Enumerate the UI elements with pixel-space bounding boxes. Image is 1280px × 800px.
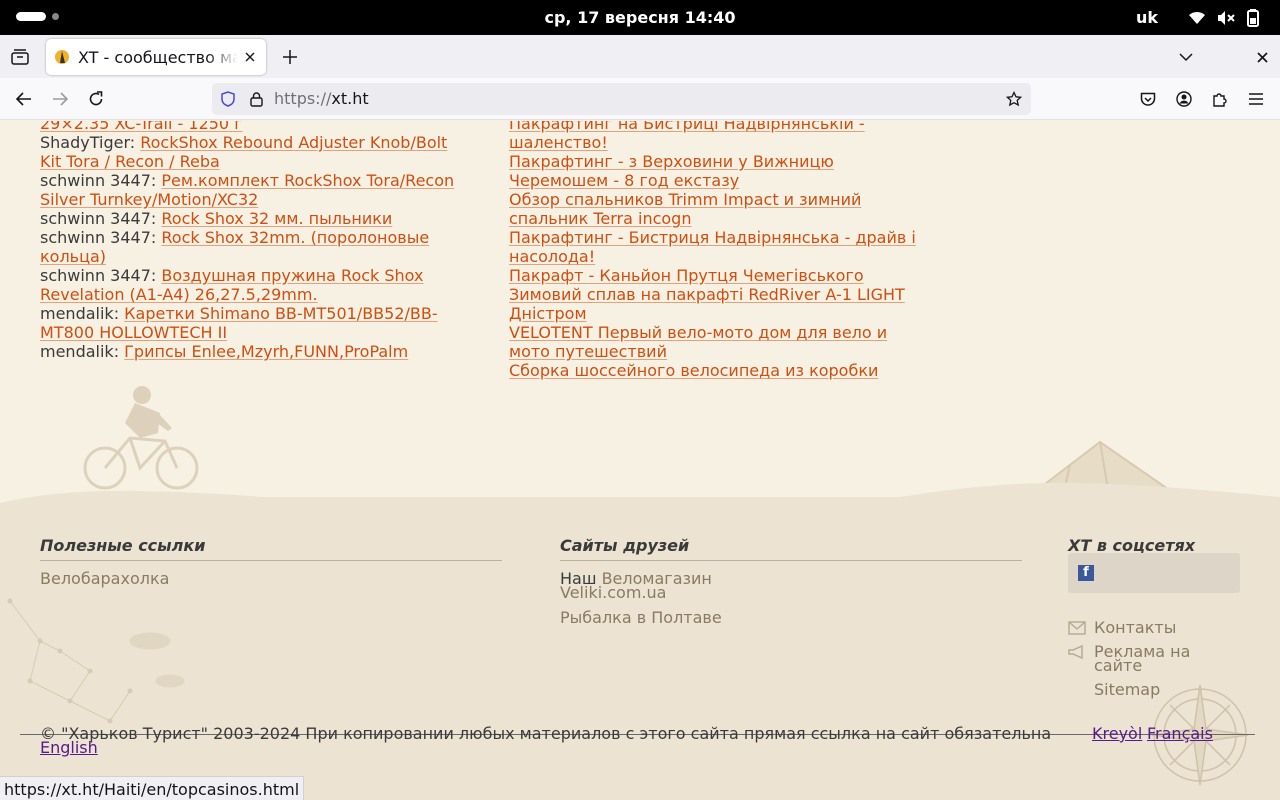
post-author: schwinn 3447: xyxy=(40,209,157,228)
constellation-map-decoration xyxy=(7,598,185,724)
articles-list: Пакрафтинг на Бистриці Надвірнянській - … xyxy=(509,121,929,380)
tab-bar: XT - сообщество мандрівників xyxy=(0,35,1280,78)
list-item: schwinn 3447: Rock Shox 32 мм. пыльники xyxy=(40,209,470,228)
reload-icon[interactable] xyxy=(84,87,108,111)
list-item: schwinn 3447: Рем.комплект RockShox Tora… xyxy=(40,171,470,209)
friends-sites-heading: Сайты друзей xyxy=(560,536,690,555)
system-top-bar: ср, 17 вересня 14:40 uk xyxy=(0,0,1280,35)
lang-english-link[interactable]: English xyxy=(40,738,98,757)
divider xyxy=(560,560,1022,561)
flea-market-link[interactable]: Велобарахолка xyxy=(40,571,169,587)
social-box: f xyxy=(1068,553,1240,593)
pocket-icon[interactable] xyxy=(1136,87,1160,111)
contacts-link[interactable]: Контакты xyxy=(1094,620,1176,636)
list-item: Сборка шоссейного велосипеда из коробки xyxy=(509,361,929,380)
clock-container: ср, 17 вересня 14:40 xyxy=(0,8,1280,27)
back-arrow-icon[interactable] xyxy=(12,87,36,111)
post-author: mendalik: xyxy=(40,304,120,323)
list-item: schwinn 3447: Rock Shox 32mm. (поролонов… xyxy=(40,228,470,266)
account-icon[interactable] xyxy=(1172,87,1196,111)
article-link[interactable]: Пакрафтинг - з Верховини у Вижницю xyxy=(509,152,834,171)
article-link[interactable]: Пакрафтинг на Бистриці Надвірнянській - … xyxy=(509,121,865,152)
post-link[interactable]: Rock Shox 32 мм. пыльники xyxy=(161,209,392,228)
url-text[interactable]: https://xt.ht xyxy=(274,89,369,108)
envelope-icon xyxy=(1068,621,1086,635)
list-item: Зимовий сплав на пакрафті RedRiver A-1 L… xyxy=(509,285,929,323)
post-link[interactable]: Грипсы Enlee,Mzyrh,FUNN,ProPalm xyxy=(124,342,408,361)
article-link[interactable]: Обзор спальников Trimm Impact и зимний с… xyxy=(509,190,861,228)
lang-kreyol-link[interactable]: Kreyòl xyxy=(1092,724,1142,743)
navigation-toolbar: https://xt.ht xyxy=(0,78,1280,120)
list-item: Пакрафтинг - Бистриця Надвірнянська - др… xyxy=(509,228,929,266)
tab-active[interactable]: XT - сообщество мандрівників xyxy=(46,39,266,75)
clock[interactable]: ср, 17 вересня 14:40 xyxy=(544,8,735,27)
close-window-icon[interactable] xyxy=(1250,45,1274,69)
useful-links-heading: Полезные ссылки xyxy=(40,536,206,555)
post-link[interactable]: 29×2.35 XC-Trail - 1250 г xyxy=(40,121,243,133)
fishing-poltava-link[interactable]: Рыбалка в Полтаве xyxy=(560,610,722,626)
url-host: xt.ht xyxy=(331,89,369,108)
forward-arrow-icon[interactable] xyxy=(48,87,72,111)
list-item: ShadyTiger: RockShox Rebound Adjuster Kn… xyxy=(40,133,470,171)
list-item: schwinn 3447: Воздушная пружина Rock Sho… xyxy=(40,266,470,304)
url-protocol: https:// xyxy=(274,89,332,108)
list-item: mendalik: Каретки Shimano BB-MT501/BB52/… xyxy=(40,304,470,342)
post-author: ShadyTiger: xyxy=(40,133,136,152)
article-link[interactable]: Сборка шоссейного велосипеда из коробки xyxy=(509,361,878,380)
sitemap-link[interactable]: Sitemap xyxy=(1094,682,1160,698)
tracking-protection-shield-icon[interactable] xyxy=(220,91,236,107)
list-item: Черемошем - 8 год екстазу xyxy=(509,171,929,190)
battery-icon[interactable] xyxy=(1244,9,1262,27)
list-item: VELOTENT Первый вело-мото дом для вело и… xyxy=(509,323,929,361)
volume-muted-icon[interactable] xyxy=(1217,9,1235,27)
megaphone-icon xyxy=(1068,645,1083,659)
article-link[interactable]: VELOTENT Первый вело-мото дом для вело и… xyxy=(509,323,887,361)
bookmark-star-icon[interactable] xyxy=(1006,91,1022,107)
forum-posts-list: 29×2.35 XC-Trail - 1250 г ShadyTiger: Ro… xyxy=(40,121,470,361)
workspace-dot xyxy=(52,13,59,20)
friends-link-item: Наш Веломагазин Veliki.com.ua xyxy=(560,571,760,601)
url-bar[interactable]: https://xt.ht xyxy=(212,83,1031,115)
list-item: 29×2.35 XC-Trail - 1250 г xyxy=(40,121,470,133)
list-item: Обзор спальников Trimm Impact и зимний с… xyxy=(509,190,929,228)
list-item: Пакрафт - Каньйон Прутця Чемегівського xyxy=(509,266,929,285)
post-author: schwinn 3447: xyxy=(40,228,157,247)
list-item: Пакрафтинг - з Верховини у Вижницю xyxy=(509,152,929,171)
menu-hamburger-icon[interactable] xyxy=(1244,87,1268,111)
extensions-puzzle-icon[interactable] xyxy=(1208,87,1232,111)
advertising-link[interactable]: Реклама на сайте xyxy=(1094,644,1224,674)
post-author: schwinn 3447: xyxy=(40,266,157,285)
list-item: Пакрафтинг на Бистриці Надвірнянській - … xyxy=(509,121,929,152)
article-link[interactable]: Пакрафтинг - Бистриця Надвірнянська - др… xyxy=(509,228,916,266)
tab-groups-icon[interactable] xyxy=(8,45,32,69)
article-link[interactable]: Пакрафт - Каньйон Прутця Чемегівського xyxy=(509,266,864,285)
lang-francais-link[interactable]: Français xyxy=(1147,724,1213,743)
facebook-icon[interactable]: f xyxy=(1078,565,1094,581)
new-tab-icon[interactable] xyxy=(278,45,302,69)
tab-title: XT - сообщество мандрівників xyxy=(78,47,238,67)
workspace-active-pill xyxy=(16,12,46,21)
post-author: schwinn 3447: xyxy=(40,171,157,190)
close-tab-icon[interactable] xyxy=(242,49,258,65)
copyright-text: © "Харьков Турист" 2003-2024 При копиров… xyxy=(40,724,1052,743)
list-item: mendalik: Грипсы Enlee,Mzyrh,FUNN,ProPal… xyxy=(40,342,470,361)
post-author: mendalik: xyxy=(40,342,120,361)
lock-icon[interactable] xyxy=(248,91,264,107)
divider xyxy=(40,560,502,561)
keyboard-layout-indicator[interactable]: uk xyxy=(1136,8,1158,27)
link-status-url: https://xt.ht/Haiti/en/topcasinos.html xyxy=(0,776,305,800)
activities-indicator[interactable] xyxy=(16,12,59,21)
article-link[interactable]: Зимовий сплав на пакрафті RedRiver A-1 L… xyxy=(509,285,905,323)
site-favicon-icon xyxy=(55,50,69,64)
page-content: 29×2.35 XC-Trail - 1250 г ShadyTiger: Ro… xyxy=(0,121,1280,800)
wifi-icon[interactable] xyxy=(1188,9,1206,27)
article-link[interactable]: Черемошем - 8 год екстазу xyxy=(509,171,739,190)
list-all-tabs-chevron-icon[interactable] xyxy=(1174,45,1198,69)
